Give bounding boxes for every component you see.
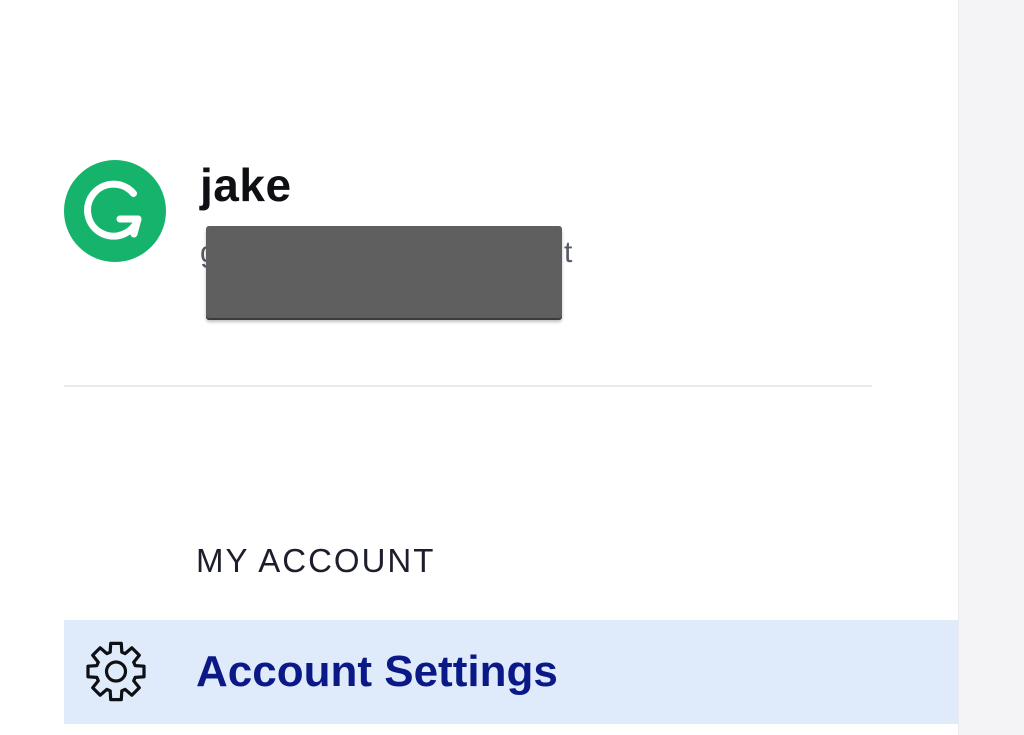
nav-item-account-settings[interactable]: Account Settings: [64, 620, 958, 724]
divider: [64, 385, 872, 387]
grammarly-logo-icon: [84, 180, 142, 240]
gear-icon: [86, 641, 146, 702]
nav-item-label: Account Settings: [196, 647, 558, 696]
adjacent-panel-edge: [958, 0, 1024, 735]
user-email-end: t: [564, 236, 573, 269]
avatar[interactable]: [64, 160, 166, 262]
user-email: g t: [200, 226, 580, 318]
section-heading-my-account: MY ACCOUNT: [196, 542, 436, 579]
user-name: jake: [200, 159, 292, 211]
account-menu-panel: jake g t MY ACCOUNT Account Settings: [0, 0, 1024, 735]
redaction-box: [206, 226, 562, 318]
